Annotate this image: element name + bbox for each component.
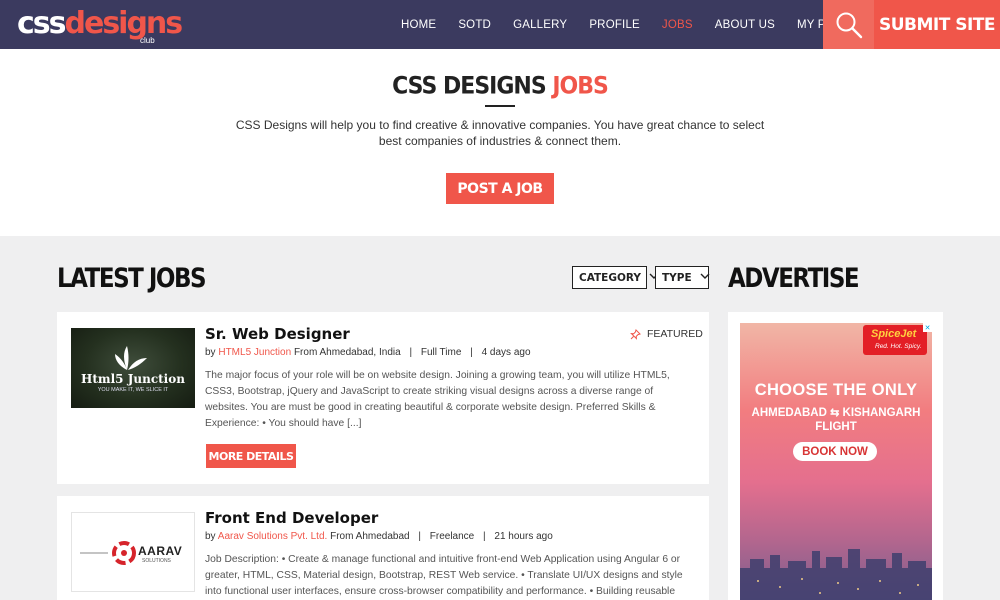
- spicejet-logo: SpiceJet Red. Hot. Spicy.: [863, 325, 927, 355]
- hero-description: CSS Designs will help you to find creati…: [235, 118, 765, 148]
- leaf-logo-icon: [115, 346, 147, 370]
- logo-css-text: css: [17, 6, 66, 41]
- category-filter-label: CATEGORY: [579, 271, 642, 284]
- job-location: From Ahmedabad, India: [293, 347, 401, 358]
- logo-designs-text: designs: [64, 6, 184, 41]
- job-posted-time: 21 hours ago: [494, 531, 553, 542]
- ad-headline: CHOOSE THE ONLY: [754, 381, 918, 399]
- job-title[interactable]: Sr. Web Designer: [205, 325, 350, 343]
- logo-club-text: club: [140, 36, 155, 45]
- logo-tagline-text: SOLUTIONS: [142, 558, 171, 564]
- site-logo[interactable]: cssdesigns club: [17, 6, 184, 46]
- ad-route-to: KISHANGARH: [842, 407, 921, 419]
- company-link[interactable]: Aarav Solutions Pvt. Ltd.: [218, 531, 328, 542]
- pushpin-icon: [630, 328, 641, 340]
- company-logo[interactable]: Html5 Junction YOU MAKE IT, WE SLICE IT: [71, 328, 195, 408]
- chevron-down-icon: [700, 272, 710, 283]
- ad-choices-icon[interactable]: ✕: [923, 323, 932, 332]
- spicejet-brand-text: SpiceJet: [871, 328, 917, 340]
- meta-separator: |: [418, 531, 421, 542]
- job-description: The major focus of your role will be on …: [205, 370, 670, 429]
- job-meta: by Aarav Solutions Pvt. Ltd. From Ahmeda…: [205, 531, 553, 542]
- search-icon: [836, 12, 862, 38]
- main-nav: HOME SOTD GALLERY PROFILE JOBS ABOUT US …: [401, 0, 890, 49]
- job-by-label: by: [205, 531, 216, 542]
- job-title[interactable]: Front End Developer: [205, 509, 378, 527]
- logo-name-text: Html5 Junction: [81, 372, 185, 386]
- nav-about-us[interactable]: ABOUT US: [715, 19, 775, 31]
- job-card: AARAV SOLUTIONS Front End Developer by A…: [57, 496, 709, 600]
- nav-jobs[interactable]: JOBS: [662, 19, 693, 31]
- ad-route-from: AHMEDABAD: [751, 407, 827, 419]
- jobs-hero: CSS DESIGNS JOBS CSS Designs will help y…: [0, 49, 1000, 236]
- job-description: Job Description: • Create & manage funct…: [205, 554, 683, 597]
- job-posted-time: 4 days ago: [481, 347, 531, 358]
- swap-arrows-icon: ⇆: [830, 407, 840, 419]
- company-link[interactable]: HTML5 Junction: [218, 347, 291, 358]
- post-a-job-button[interactable]: POST A JOB: [446, 173, 554, 204]
- page-title: CSS DESIGNS JOBS: [0, 73, 1000, 101]
- spicejet-tagline-text: Red. Hot. Spicy.: [875, 343, 922, 350]
- latest-jobs-heading: LATEST JOBS: [57, 264, 207, 294]
- site-header: cssdesigns club HOME SOTD GALLERY PROFIL…: [0, 0, 1000, 49]
- job-type: Freelance: [429, 531, 475, 542]
- job-card: Html5 Junction YOU MAKE IT, WE SLICE IT …: [57, 312, 709, 484]
- job-location: From Ahmedabad: [330, 531, 410, 542]
- nav-profile[interactable]: PROFILE: [589, 19, 640, 31]
- meta-separator: |: [409, 347, 413, 358]
- featured-badge: FEATURED: [630, 328, 703, 340]
- title-divider: [485, 105, 515, 107]
- book-now-button[interactable]: BOOK NOW: [793, 442, 877, 461]
- nav-sotd[interactable]: SOTD: [458, 19, 491, 31]
- search-button[interactable]: [823, 0, 874, 49]
- submit-site-button[interactable]: SUBMIT SITE: [874, 0, 1000, 49]
- meta-separator: |: [470, 347, 473, 358]
- nav-gallery[interactable]: GALLERY: [513, 19, 567, 31]
- ad-flight-label: FLIGHT: [815, 421, 857, 433]
- featured-label: FEATURED: [647, 328, 703, 340]
- advertisement-box: SpiceJet Red. Hot. Spicy. ✕ CHOOSE THE O…: [728, 312, 943, 600]
- nav-home[interactable]: HOME: [401, 19, 436, 31]
- page-title-main: CSS DESIGNS: [392, 72, 547, 101]
- ad-route: AHMEDABAD ⇆ KISHANGARH: [740, 406, 932, 419]
- city-skyline-illustration: [740, 549, 932, 600]
- page-title-accent: JOBS: [552, 72, 609, 101]
- logo-name-text: AARAV: [138, 544, 183, 558]
- company-logo[interactable]: AARAV SOLUTIONS: [71, 512, 195, 592]
- type-filter[interactable]: TYPE: [655, 266, 710, 289]
- category-filter[interactable]: CATEGORY: [572, 266, 659, 289]
- logo-tagline-text: YOU MAKE IT, WE SLICE IT: [97, 387, 169, 393]
- type-filter-label: TYPE: [662, 271, 692, 284]
- advertise-heading: ADVERTISE: [728, 264, 860, 294]
- advertisement-banner[interactable]: SpiceJet Red. Hot. Spicy. ✕ CHOOSE THE O…: [740, 323, 932, 600]
- meta-separator: |: [483, 531, 486, 542]
- job-meta: by HTML5 Junction From Ahmedabad, India …: [205, 347, 531, 358]
- job-by-label: by: [205, 347, 216, 358]
- job-type: Full Time: [420, 347, 462, 358]
- more-details-button[interactable]: MORE DETAILS: [206, 444, 296, 468]
